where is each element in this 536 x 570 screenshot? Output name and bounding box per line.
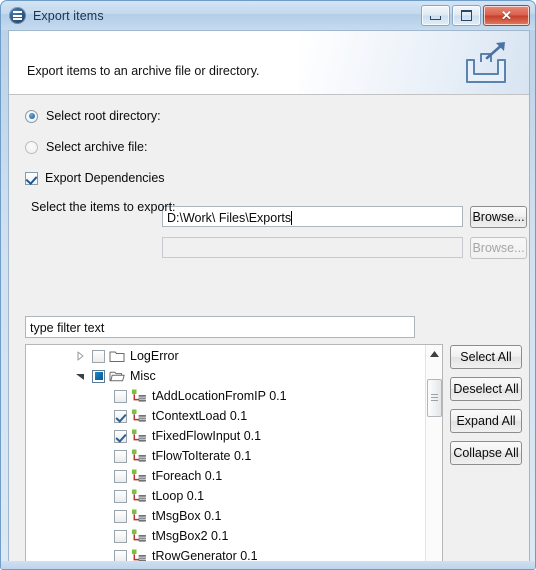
archive-file-input[interactable]	[162, 237, 463, 258]
tree-section-label: Select the items to export:	[31, 200, 176, 214]
twisty-placeholder	[94, 528, 110, 544]
tree-row-label: tLoop 0.1	[152, 489, 205, 503]
twisty-expanded-icon[interactable]	[72, 368, 88, 384]
archive-file-radio[interactable]	[25, 140, 38, 154]
dialog-header: Export items to an archive file or direc…	[9, 31, 529, 95]
root-directory-radio[interactable]	[25, 109, 38, 123]
title-bar[interactable]: Export items ✕	[1, 1, 535, 30]
close-button[interactable]: ✕	[483, 5, 530, 26]
twisty-placeholder	[94, 488, 110, 504]
scrollbar-thumb[interactable]	[427, 379, 442, 417]
collapse-all-button[interactable]: Collapse All	[450, 441, 522, 465]
dialog-content: Select root directory: D:\Work\ Files\Ex…	[9, 95, 529, 569]
twisty-placeholder	[94, 408, 110, 424]
maximize-icon	[461, 10, 472, 21]
export-items-window: Export items ✕ Export items to an archiv…	[0, 0, 536, 570]
tree-row-label: tContextLoad 0.1	[152, 409, 248, 423]
root-directory-value: D:\Work\ Files\Exports	[167, 210, 292, 225]
close-icon: ✕	[501, 8, 512, 23]
export-dependencies-label: Export Dependencies	[45, 171, 165, 185]
export-dependencies-row[interactable]: Export Dependencies	[25, 171, 165, 185]
window-title: Export items	[33, 8, 104, 23]
tree-row[interactable]: tMsgBox2 0.1	[26, 526, 426, 546]
text-caret	[291, 210, 293, 225]
component-icon	[131, 509, 147, 524]
twisty-placeholder	[94, 448, 110, 464]
tree-row[interactable]: tLoop 0.1	[26, 486, 426, 506]
tree-row-label: tForeach 0.1	[152, 469, 223, 483]
component-icon	[131, 409, 147, 424]
tree-row-checkbox[interactable]	[114, 409, 127, 423]
folder-closed-icon	[109, 349, 125, 363]
tree-row-label: tFlowToIterate 0.1	[152, 449, 252, 463]
tree-row-checkbox[interactable]	[92, 349, 105, 363]
tree-row-checkbox[interactable]	[92, 369, 105, 383]
tree-row-label: tMsgBox 0.1	[152, 509, 222, 523]
tree-row-checkbox[interactable]	[114, 509, 127, 523]
window-controls: ✕	[421, 5, 530, 26]
scrollbar-grip-icon	[431, 393, 438, 403]
minimize-icon	[430, 15, 441, 20]
component-icon	[131, 529, 147, 544]
tree-row[interactable]: LogError	[26, 346, 426, 366]
tree-row-checkbox[interactable]	[114, 469, 127, 483]
archive-file-row: Select archive file:	[25, 140, 147, 154]
tree-row-checkbox[interactable]	[114, 429, 127, 443]
tree-row[interactable]: tContextLoad 0.1	[26, 406, 426, 426]
tree-node-list: LogError Misc tAddLocationFromIP 0.1 tConte…	[26, 345, 426, 569]
archive-file-label: Select archive file:	[46, 140, 148, 154]
tree-vertical-scrollbar[interactable]	[425, 345, 442, 569]
component-icon	[131, 389, 147, 404]
root-directory-label: Select root directory:	[46, 109, 161, 123]
tree-row[interactable]: tFlowToIterate 0.1	[26, 446, 426, 466]
twisty-placeholder	[94, 428, 110, 444]
browse-root-directory-button[interactable]: Browse...	[470, 206, 527, 228]
filter-input[interactable]: type filter text	[25, 316, 415, 338]
tree-row-checkbox[interactable]	[114, 389, 127, 403]
root-directory-row: Select root directory:	[25, 109, 161, 123]
expand-all-button[interactable]: Expand All	[450, 409, 522, 433]
maximize-button[interactable]	[452, 5, 481, 26]
tree-row-label: Misc	[130, 369, 156, 383]
dialog-body: Export items to an archive file or direc…	[8, 30, 530, 569]
scroll-up-arrow-icon[interactable]	[426, 345, 442, 362]
twisty-placeholder	[94, 388, 110, 404]
items-tree[interactable]: LogError Misc tAddLocationFromIP 0.1 tConte…	[25, 344, 443, 569]
folder-open-icon	[109, 369, 125, 383]
export-tray-arrow-icon	[457, 40, 515, 88]
tree-row[interactable]: tMsgBox 0.1	[26, 506, 426, 526]
select-all-button[interactable]: Select All	[450, 345, 522, 369]
tree-row-checkbox[interactable]	[114, 529, 127, 543]
component-icon	[131, 469, 147, 484]
tree-row-label: tMsgBox2 0.1	[152, 529, 229, 543]
tree-row-checkbox[interactable]	[114, 449, 127, 463]
component-icon	[131, 429, 147, 444]
tree-action-buttons: Select All Deselect All Expand All Collapse…	[450, 345, 522, 465]
filter-value: type filter text	[30, 321, 105, 335]
tree-row-label: LogError	[130, 349, 179, 363]
component-icon	[131, 489, 147, 504]
tree-row-checkbox[interactable]	[114, 489, 127, 503]
export-app-icon	[9, 7, 26, 24]
header-description: Export items to an archive file or direc…	[27, 64, 260, 78]
window-bottom-frame	[1, 561, 535, 569]
export-dependencies-checkbox[interactable]	[25, 171, 38, 185]
browse-archive-file-button[interactable]: Browse...	[470, 237, 527, 259]
root-directory-input[interactable]: D:\Work\ Files\Exports	[162, 206, 463, 227]
deselect-all-button[interactable]: Deselect All	[450, 377, 522, 401]
tree-row[interactable]: tAddLocationFromIP 0.1	[26, 386, 426, 406]
twisty-collapsed-icon[interactable]	[72, 348, 88, 364]
tree-row[interactable]: tForeach 0.1	[26, 466, 426, 486]
tree-row[interactable]: tFixedFlowInput 0.1	[26, 426, 426, 446]
tree-row-label: tAddLocationFromIP 0.1	[152, 389, 287, 403]
tree-row-label: tFixedFlowInput 0.1	[152, 429, 262, 443]
twisty-placeholder	[94, 508, 110, 524]
tree-row[interactable]: Misc	[26, 366, 426, 386]
twisty-placeholder	[94, 468, 110, 484]
component-icon	[131, 449, 147, 464]
minimize-button[interactable]	[421, 5, 450, 26]
